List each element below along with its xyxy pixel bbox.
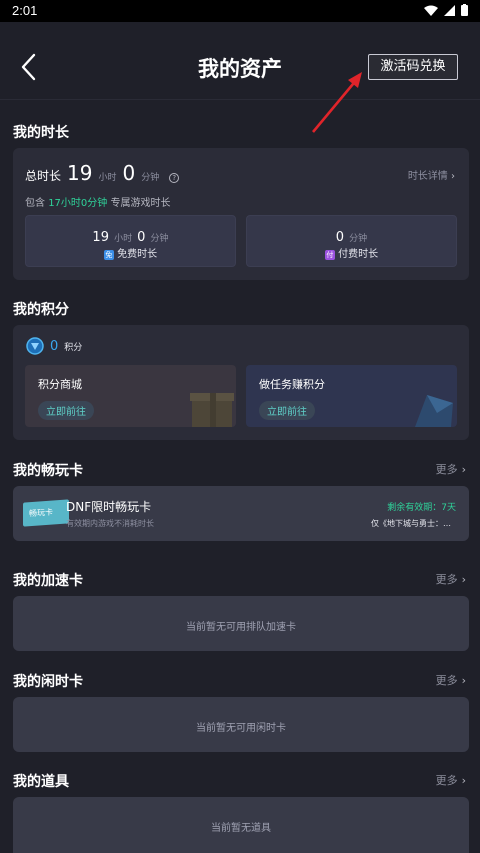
earn-points-card[interactable]: 做任务赚积分 立即前往 [246,365,457,427]
points-section-title: 我的积分 [13,302,69,318]
speed-card-more-label: 更多 [435,573,458,586]
total-minutes: 0 [122,161,136,185]
play-card-desc: 有效期内游戏不消耗时长 [66,519,154,528]
paid-minute-unit: 分钟 [349,234,368,244]
free-duration-label: 免费时长 [117,249,158,260]
gift-box-icon [190,393,234,427]
free-hour-unit: 小时 [114,234,133,244]
help-icon[interactable]: ? [169,173,180,183]
chevron-right-icon: › [461,573,466,586]
paid-duration-value: 0 分钟 [247,226,456,245]
total-label: 总时长 [25,169,62,183]
items-more-link[interactable]: 更多 › [436,772,466,788]
play-card-more-link[interactable]: 更多 › [436,461,466,477]
duration-detail-label: 时长详情 [407,171,448,182]
exclusive-duration-note: 包含 17小时0分钟 专属游戏时长 [25,194,170,209]
paid-minutes: 0 [335,230,345,245]
free-hours: 19 [92,230,109,245]
wifi-icon [424,5,438,16]
items-empty: 当前暂无道具 [13,797,469,853]
play-card-validity: 剩余有效期：7天 [387,500,456,513]
validity-label: 剩余有效期： [387,503,442,513]
paid-duration-label: 付费时长 [338,249,379,260]
page-header: 我的资产 激活码兑换 [0,22,480,100]
points-mall-title: 积分商城 [38,378,82,391]
idle-card-more-label: 更多 [435,674,458,687]
points-value: 0 [50,338,59,354]
status-bar: 2:01 [0,0,480,22]
items-section-title: 我的道具 [13,774,69,790]
idle-card-more-link[interactable]: 更多 › [436,672,466,688]
paid-duration-label-row: 付 付费时长 [247,245,456,260]
status-icons [424,4,468,16]
play-card-scope: 仅《地下城与勇士：… [371,519,451,528]
hour-unit: 小时 [98,173,117,183]
items-empty-text: 当前暂无道具 [211,823,271,834]
play-card-section-title: 我的畅玩卡 [13,463,83,479]
status-time: 2:01 [12,3,38,18]
task-crystal-icon [415,395,453,427]
points-card: 0 积分 积分商城 立即前往 做任务赚积分 立即前往 [13,325,469,440]
play-card-badge: 畅玩卡 [23,499,69,527]
idle-card-empty-text: 当前暂无可用闲时卡 [196,723,286,734]
play-card-name: DNF限时畅玩卡 [66,500,152,514]
speed-card-more-link[interactable]: 更多 › [436,571,466,587]
redeem-code-button[interactable]: 激活码兑换 [368,54,458,80]
battery-icon [461,4,468,16]
chevron-right-icon: › [461,463,466,476]
total-hours: 19 [67,161,93,185]
earn-points-go-button[interactable]: 立即前往 [259,401,315,420]
total-duration: 总时长 19 小时 0 分钟 ? [25,161,180,185]
duration-card: 总时长 19 小时 0 分钟 ? 时长详情 › 包含 17小时0分钟 专属游戏时… [13,148,469,280]
paid-badge-icon: 付 [324,250,335,260]
validity-value: 7天 [441,503,456,513]
items-more-label: 更多 [435,774,458,787]
include-suffix: 专属游戏时长 [110,198,171,209]
play-card-item[interactable]: 畅玩卡 DNF限时畅玩卡 有效期内游戏不消耗时长 剩余有效期：7天 仅《地下城与… [13,486,469,541]
earn-points-title: 做任务赚积分 [259,378,325,391]
points-unit: 积分 [64,342,83,353]
points-coin-icon [26,337,44,355]
free-minutes: 0 [137,230,146,245]
points-mall-go-button[interactable]: 立即前往 [38,401,94,420]
signal-icon [444,4,455,16]
duration-section-title: 我的时长 [13,125,69,141]
free-duration-value: 19 小时 0 分钟 [26,226,235,245]
points-mall-card[interactable]: 积分商城 立即前往 [25,365,236,427]
free-badge-icon: 免 [103,250,114,260]
play-card-more-label: 更多 [435,463,458,476]
chevron-right-icon: › [461,674,466,687]
speed-card-empty-text: 当前暂无可用排队加速卡 [186,622,296,633]
include-highlight: 17小时0分钟 [48,198,108,209]
idle-card-empty: 当前暂无可用闲时卡 [13,697,469,752]
speed-card-section-title: 我的加速卡 [13,573,83,589]
free-duration-card: 19 小时 0 分钟 免 免费时长 [25,215,236,267]
minute-unit: 分钟 [141,173,160,183]
play-card-badge-text: 畅玩卡 [29,507,53,519]
duration-detail-link[interactable]: 时长详情 › [408,167,455,182]
free-minute-unit: 分钟 [150,234,169,244]
chevron-right-icon: › [451,171,455,182]
include-prefix: 包含 [25,198,45,209]
paid-duration-card: 0 分钟 付 付费时长 [246,215,457,267]
free-duration-label-row: 免 免费时长 [26,245,235,260]
idle-card-section-title: 我的闲时卡 [13,674,83,690]
annotation-arrow-icon [312,72,362,133]
speed-card-empty: 当前暂无可用排队加速卡 [13,596,469,651]
chevron-right-icon: › [461,774,466,787]
points-balance: 0 积分 [26,337,82,355]
